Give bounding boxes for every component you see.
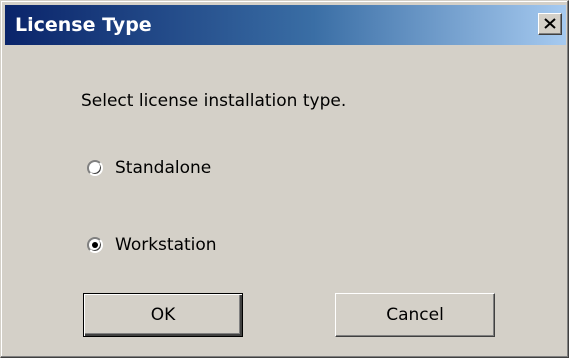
license-type-dialog: License Type Select license installation… xyxy=(0,0,569,358)
radio-workstation-label[interactable]: Workstation xyxy=(115,235,217,255)
radio-button-icon[interactable] xyxy=(87,237,103,253)
cancel-button[interactable]: Cancel xyxy=(335,293,495,337)
ok-button[interactable]: OK xyxy=(83,293,243,337)
close-icon xyxy=(544,18,556,29)
radio-button-icon[interactable] xyxy=(87,160,103,176)
dialog-title: License Type xyxy=(15,14,152,36)
title-bar[interactable]: License Type xyxy=(5,5,566,45)
prompt-text: Select license installation type. xyxy=(81,91,347,111)
radio-standalone-label[interactable]: Standalone xyxy=(115,158,211,178)
radio-standalone[interactable]: Standalone xyxy=(87,156,211,180)
radio-workstation[interactable]: Workstation xyxy=(87,233,217,257)
close-button[interactable] xyxy=(538,13,562,35)
radio-selected-dot xyxy=(92,242,98,248)
